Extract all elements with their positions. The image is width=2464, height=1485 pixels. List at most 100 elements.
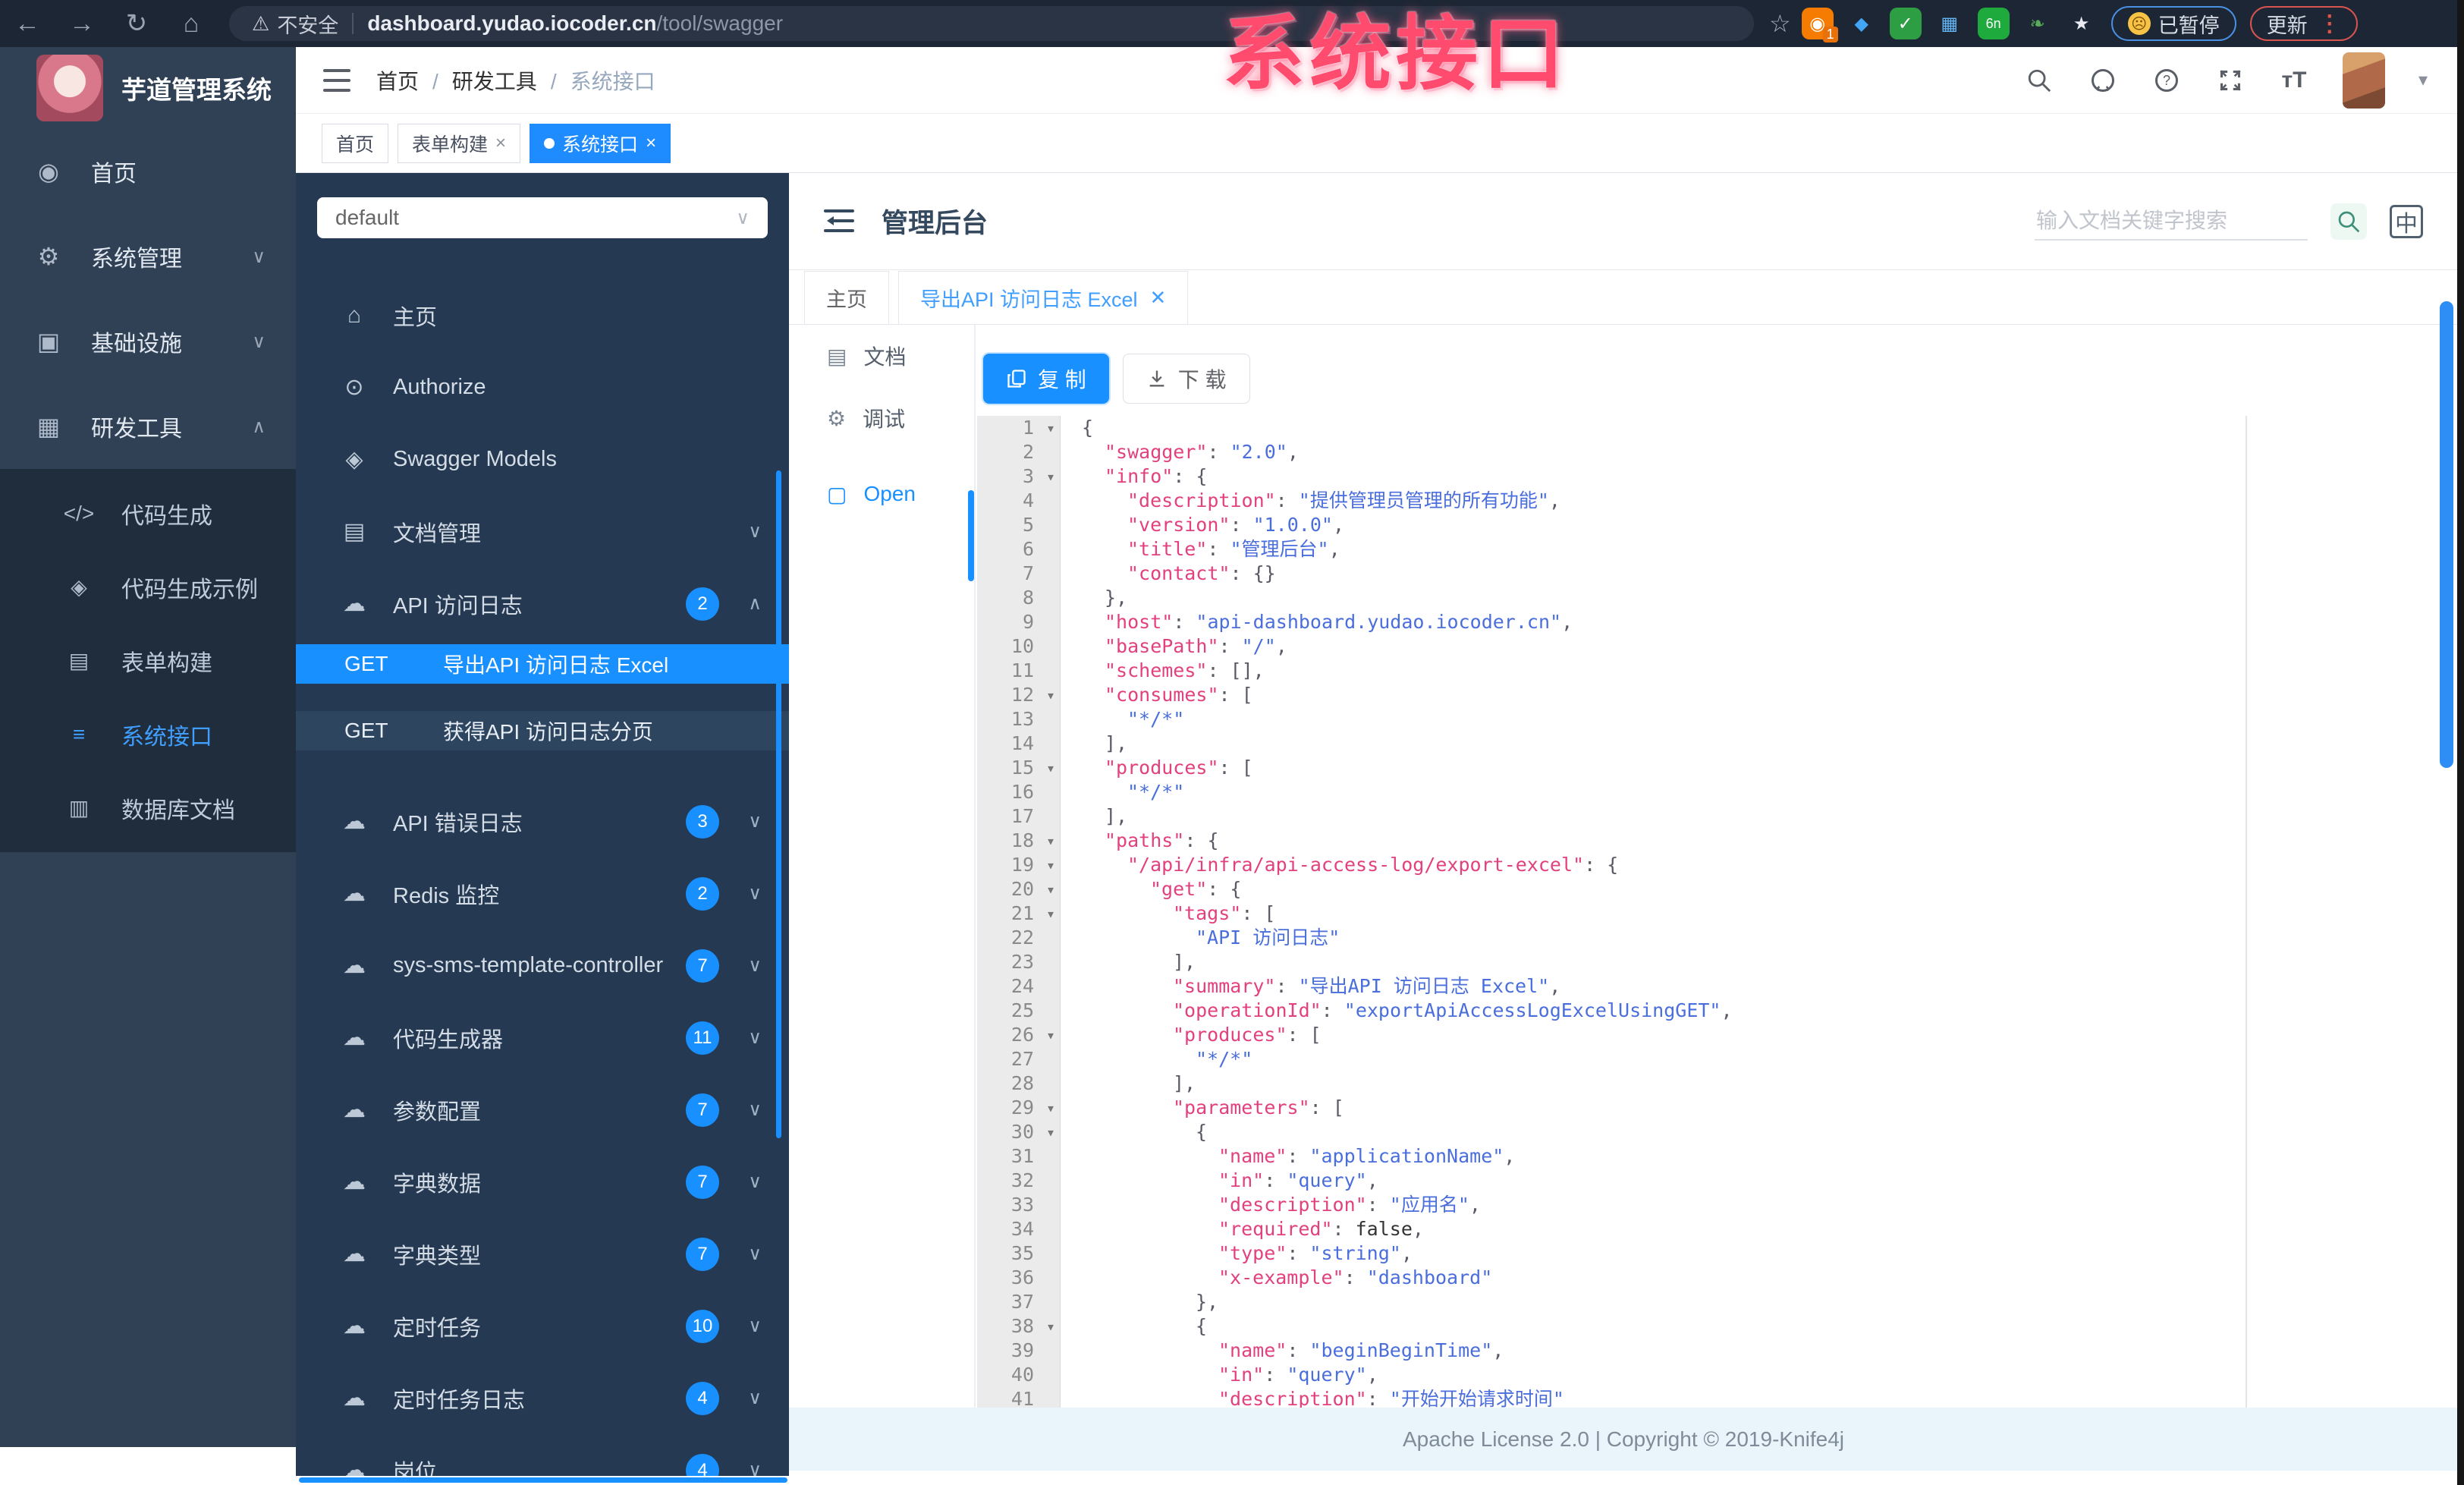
- search-icon[interactable]: [2024, 65, 2054, 96]
- help-icon[interactable]: ?: [2151, 65, 2182, 96]
- code-text: ],: [1061, 731, 1127, 756]
- line-number: 3 ▾: [977, 464, 1061, 489]
- sidebar-item-system-api[interactable]: ≡ 系统接口: [0, 697, 296, 771]
- code-token: "2.0": [1230, 441, 1287, 463]
- api-menu-item-param-config[interactable]: ☁ 参数配置 7 ∨: [296, 1074, 789, 1146]
- api-menu-item-dict-type[interactable]: ☁ 字典类型 7 ∨: [296, 1218, 789, 1290]
- brand[interactable]: 芋道管理系统: [0, 47, 296, 129]
- code-line: 35 "type": "string",: [977, 1241, 2446, 1266]
- fold-arrow-icon[interactable]: ▾: [1046, 1023, 1055, 1047]
- sidebar-item-form-builder[interactable]: ▤ 表单构建: [0, 624, 296, 697]
- close-icon[interactable]: ×: [646, 133, 656, 154]
- side-tab-open[interactable]: ▢ Open: [789, 463, 974, 525]
- sidebar-vertical-scrollbar[interactable]: [776, 470, 781, 1138]
- fold-arrow-icon[interactable]: ▾: [1046, 829, 1055, 853]
- chevron-down-icon: ∨: [748, 955, 762, 976]
- ext-drop-icon[interactable]: ◆: [1846, 8, 1878, 39]
- fullscreen-icon[interactable]: [2215, 65, 2246, 96]
- fold-arrow-icon[interactable]: ▾: [1046, 1120, 1055, 1144]
- api-menu-item-dict-data[interactable]: ☁ 字典数据 7 ∨: [296, 1146, 789, 1218]
- sidebar-item-infrastructure[interactable]: ▣ 基础设施 ∨: [0, 299, 296, 384]
- api-menu-item-swagger-models[interactable]: ◈ Swagger Models: [296, 423, 789, 496]
- ext-grid-icon[interactable]: ▦: [1934, 8, 1966, 39]
- fold-arrow-icon[interactable]: ▾: [1046, 853, 1055, 877]
- font-size-icon[interactable]: ᴛT: [2279, 65, 2309, 96]
- breadcrumb-item[interactable]: 首页: [376, 70, 419, 93]
- bookmark-star-icon[interactable]: ☆: [1769, 9, 1791, 38]
- reload-icon[interactable]: ↻: [109, 8, 164, 39]
- fold-arrow-icon[interactable]: ▾: [1046, 756, 1055, 780]
- doc-search-icon[interactable]: [2330, 203, 2367, 240]
- fold-arrow-icon[interactable]: ▾: [1046, 877, 1055, 901]
- close-icon[interactable]: ×: [495, 133, 506, 154]
- language-toggle-icon[interactable]: 中: [2390, 204, 2423, 238]
- forward-icon[interactable]: →: [55, 9, 109, 39]
- fold-arrow-icon[interactable]: ▾: [1046, 464, 1055, 489]
- tag-form-builder[interactable]: 表单构建 ×: [398, 123, 521, 163]
- page-vertical-scrollbar[interactable]: [2440, 301, 2453, 768]
- api-menu-item-sys-sms-template-controller[interactable]: ☁ sys-sms-template-controller 7 ∨: [296, 930, 789, 1002]
- api-endpoint-item[interactable]: GET 导出API 访问日志 Excel: [296, 644, 789, 684]
- fold-arrow-icon[interactable]: ▾: [1046, 901, 1055, 926]
- caret-down-icon[interactable]: ▾: [2418, 69, 2428, 91]
- copy-button[interactable]: 复 制: [983, 354, 1109, 404]
- download-button[interactable]: 下 载: [1122, 354, 1250, 404]
- api-menu-item-redis-monitor[interactable]: ☁ Redis 监控 2 ∨: [296, 857, 789, 930]
- sidebar-item-home[interactable]: ◉ 首页: [0, 129, 296, 214]
- code-text: "/api/infra/api-access-log/export-excel"…: [1061, 853, 1618, 877]
- sidebar-horizontal-scrollbar[interactable]: [299, 1477, 787, 1483]
- doc-search-input[interactable]: [2035, 202, 2308, 241]
- ext-6n-icon[interactable]: 6n: [1977, 8, 2010, 39]
- api-menu-item-api-error-log[interactable]: ☁ API 错误日志 3 ∨: [296, 785, 789, 857]
- sidebar-item-code-gen-example[interactable]: ◈ 代码生成示例: [0, 550, 296, 624]
- api-menu-item-cron-job[interactable]: ☁ 定时任务 10 ∨: [296, 1290, 789, 1362]
- collapse-menu-icon[interactable]: [824, 209, 854, 234]
- api-menu-item-authorize[interactable]: ⊙ Authorize: [296, 351, 789, 423]
- code-token: : {: [1584, 854, 1619, 876]
- close-icon[interactable]: ✕: [1150, 286, 1167, 310]
- paused-extension-pill[interactable]: ☹ 已暂停: [2110, 6, 2236, 41]
- side-tab-debug[interactable]: ⚙ 调试: [789, 387, 974, 449]
- fold-arrow-icon[interactable]: ▾: [1046, 683, 1055, 707]
- fold-arrow-icon[interactable]: ▾: [1046, 1096, 1055, 1120]
- back-icon[interactable]: ←: [0, 9, 55, 39]
- doc-tab-export-api-access-log-excel[interactable]: 导出API 访问日志 Excel ✕: [898, 271, 1189, 324]
- hamburger-icon[interactable]: [323, 68, 350, 92]
- home-icon[interactable]: ⌂: [164, 9, 218, 39]
- cloud-icon: ☁: [343, 1169, 366, 1194]
- sidebar-item-dev-tools[interactable]: ▦ 研发工具 ∧: [0, 384, 296, 469]
- ext-leaf-icon[interactable]: ❧: [2022, 8, 2054, 39]
- tag-system-api[interactable]: 系统接口 ×: [530, 123, 671, 163]
- api-group-select[interactable]: default ∨: [317, 197, 768, 238]
- sidebar-item-db-doc[interactable]: ▥ 数据库文档: [0, 771, 296, 845]
- github-icon[interactable]: [2088, 65, 2118, 96]
- breadcrumb-item[interactable]: 研发工具: [452, 70, 537, 93]
- api-endpoint-item[interactable]: GET 获得API 访问日志分页: [296, 711, 789, 750]
- not-secure-label[interactable]: 不安全: [277, 9, 338, 39]
- ext-orange-icon[interactable]: ◉ 1: [1801, 8, 1838, 42]
- tag-home[interactable]: 首页: [322, 123, 389, 163]
- ext-green-check-icon[interactable]: ✓: [1889, 8, 1922, 39]
- fold-arrow-icon[interactable]: ▾: [1046, 416, 1055, 440]
- swagger-json-editor[interactable]: 1 ▾{2 "swagger": "2.0", 3 ▾ "info": {4 "descri…: [977, 416, 2446, 1408]
- line-number: 7: [977, 562, 1061, 586]
- line-number: 10: [977, 634, 1061, 659]
- browser-menu-icon[interactable]: ⋮: [2318, 11, 2341, 37]
- doc-tab-home[interactable]: 主页: [804, 271, 889, 324]
- api-menu-item-home[interactable]: ⌂ 主页: [296, 279, 789, 351]
- api-menu-item-post[interactable]: ☁ 岗位 4 ∨: [296, 1434, 789, 1476]
- sidebar-item-system-mgmt[interactable]: ⚙ 系统管理 ∨: [0, 214, 296, 299]
- avatar[interactable]: [2342, 52, 2385, 109]
- fold-arrow-icon[interactable]: ▾: [1046, 1314, 1055, 1339]
- api-menu-item-code-generator[interactable]: ☁ 代码生成器 11 ∨: [296, 1002, 789, 1074]
- api-menu-item-cron-job-log[interactable]: ☁ 定时任务日志 4 ∨: [296, 1362, 789, 1434]
- side-tab-doc[interactable]: ▤ 文档: [789, 325, 974, 387]
- code-line: 32 "in": "query",: [977, 1169, 2446, 1193]
- browser-update-pill[interactable]: 更新 ⋮: [2249, 6, 2358, 41]
- ext-star-icon[interactable]: ★: [2066, 8, 2098, 39]
- sidebar-item-code-gen[interactable]: </> 代码生成: [0, 477, 296, 550]
- api-menu-item-api-access-log[interactable]: ☁ API 访问日志 2 ∧: [296, 568, 789, 640]
- code-token: :: [1366, 1388, 1390, 1408]
- code-token: "API 访问日志": [1196, 927, 1340, 949]
- api-menu-item-doc-mgmt[interactable]: ▤ 文档管理 ∨: [296, 496, 789, 568]
